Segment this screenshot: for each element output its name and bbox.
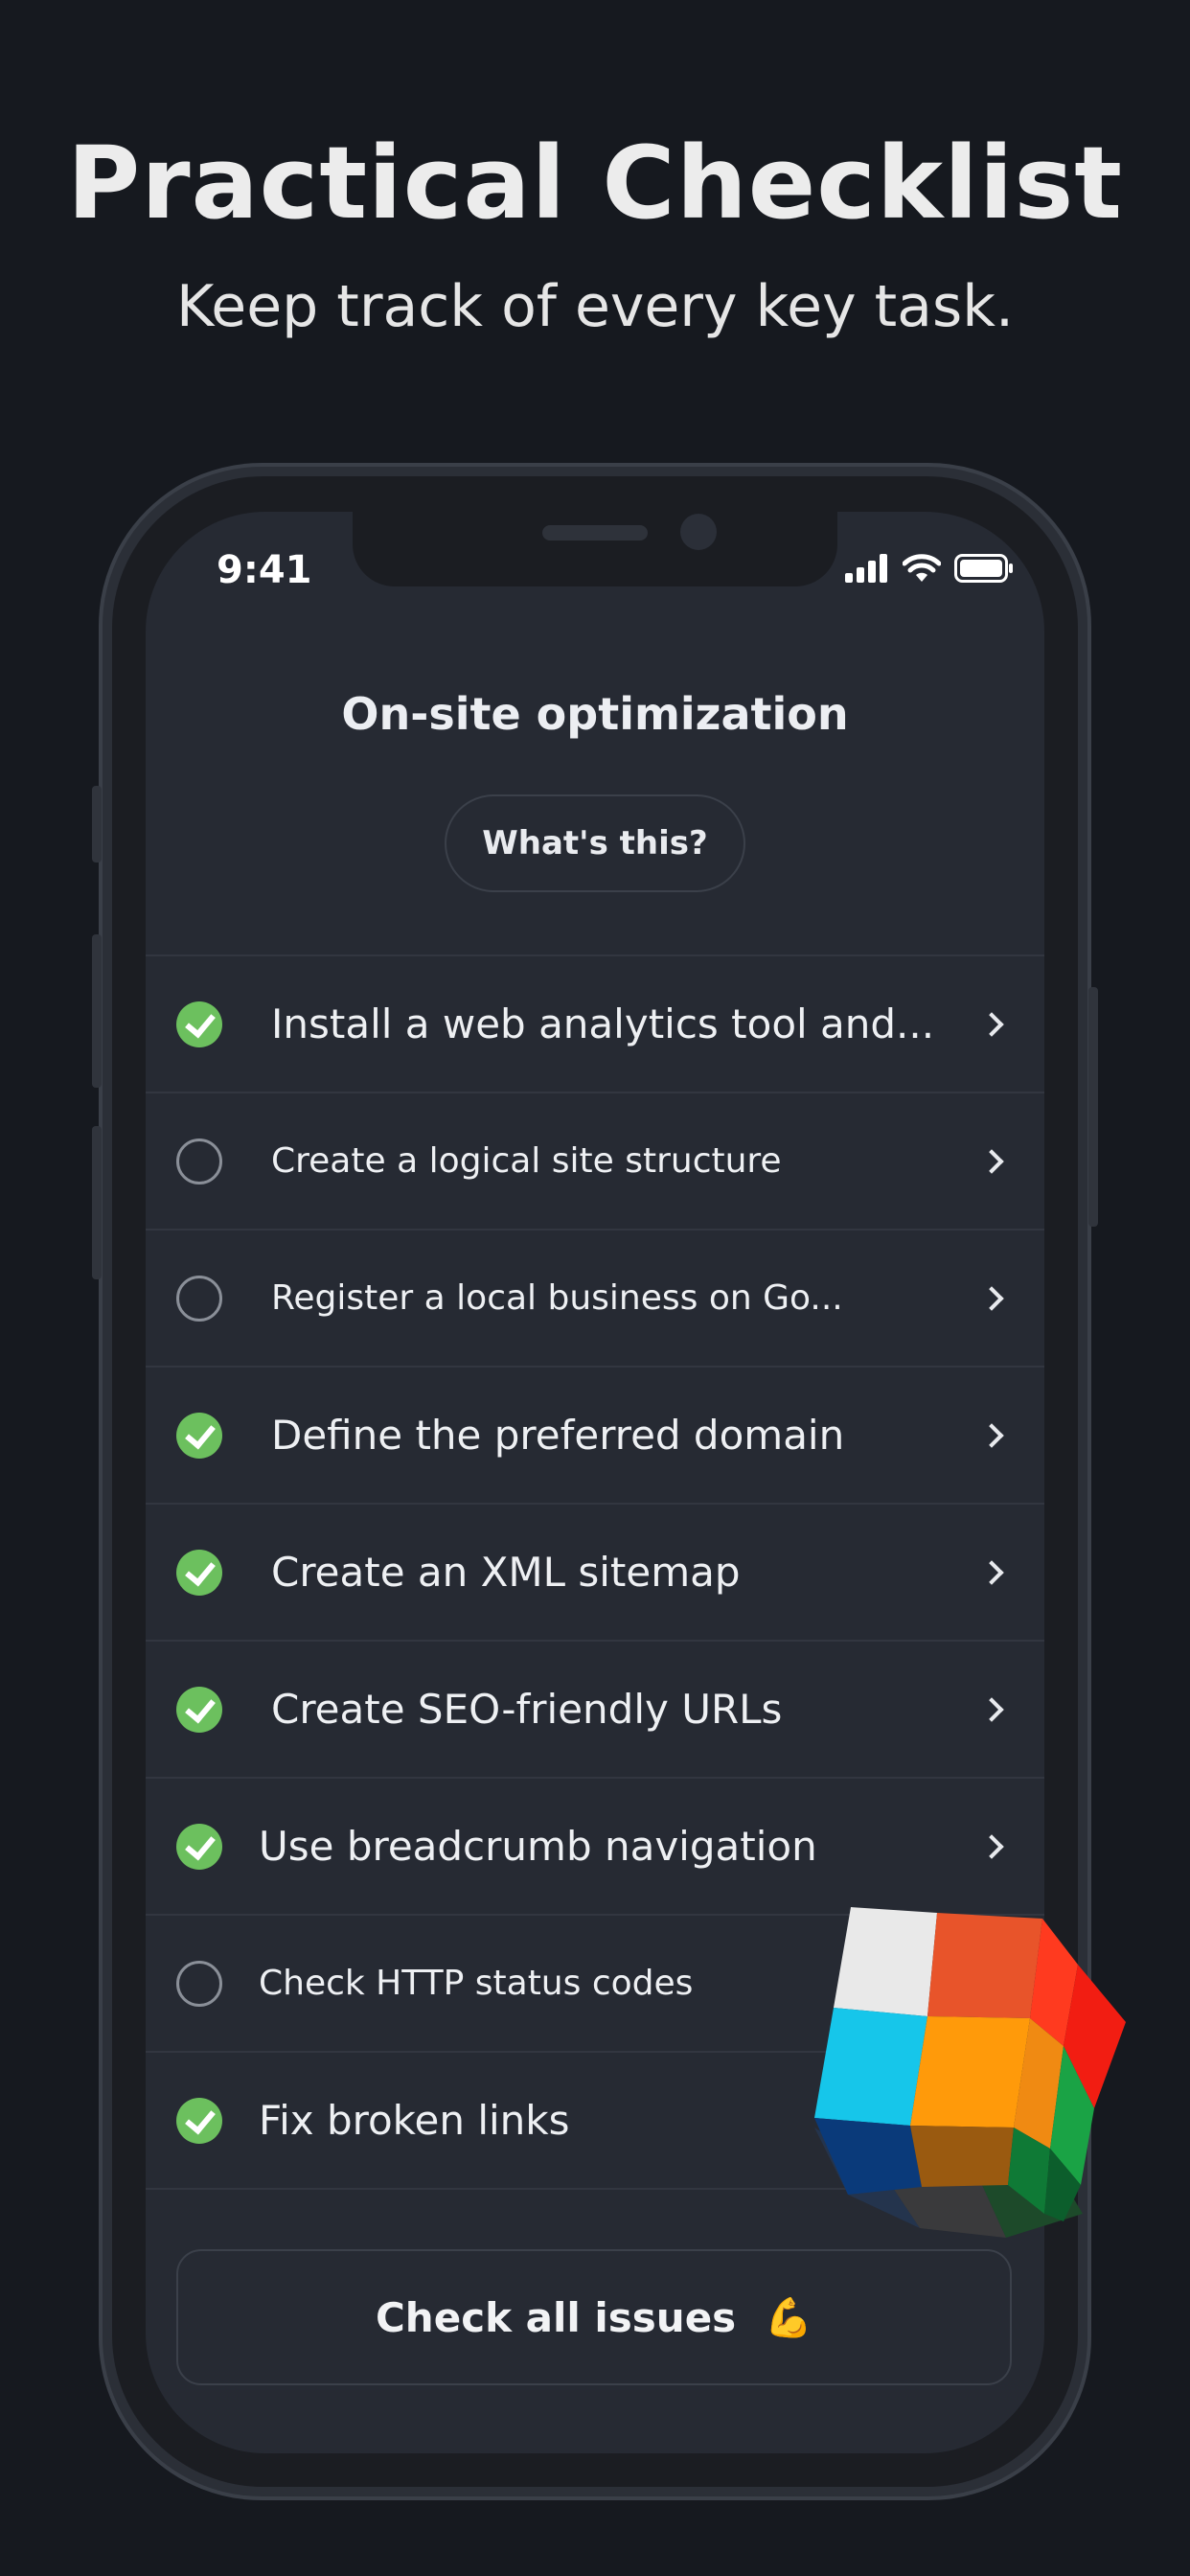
check-all-issues-label: Check all issues (375, 2293, 737, 2341)
list-item-label: Use breadcrumb navigation (259, 1823, 817, 1870)
wifi-icon (903, 554, 941, 582)
list-item[interactable]: Install a web analytics tool and... (146, 956, 1044, 1093)
list-item-label: Register a local business on Go... (271, 1278, 843, 1318)
chevron-right-icon (979, 1833, 1004, 1859)
checkmark-circle-icon[interactable] (176, 1686, 222, 1733)
phone-side-button (92, 1126, 102, 1279)
colored-cube-illustration (814, 1907, 1126, 2238)
checkmark-circle-icon[interactable] (176, 1412, 222, 1459)
front-camera (680, 514, 717, 550)
whats-this-button[interactable]: What's this? (445, 794, 745, 892)
checkmark-circle-icon[interactable] (176, 1823, 222, 1870)
phone-side-button (92, 786, 102, 862)
check-all-issues-button[interactable]: Check all issues 💪 (176, 2249, 1012, 2385)
list-item-label: Create SEO-friendly URLs (271, 1686, 783, 1733)
list-item[interactable]: Register a local business on Go... (146, 1230, 1044, 1368)
list-item[interactable]: Create a logical site structure (146, 1093, 1044, 1230)
status-icons (845, 554, 1014, 583)
chevron-right-icon (979, 1559, 1004, 1585)
list-item-label: Create a logical site structure (271, 1141, 782, 1181)
list-item-label: Fix broken links (259, 2097, 570, 2144)
list-item-label: Install a web analytics tool and... (271, 1000, 935, 1047)
phone-side-button (92, 934, 102, 1088)
screen-title: On-site optimization (341, 688, 849, 740)
list-item[interactable]: Use breadcrumb navigation (146, 1779, 1044, 1916)
chevron-right-icon (979, 1422, 1004, 1448)
list-item[interactable]: Create SEO-friendly URLs (146, 1642, 1044, 1779)
status-time: 9:41 (217, 548, 312, 592)
speaker-grille (542, 525, 648, 540)
battery-icon (954, 554, 1013, 583)
checkmark-circle-icon[interactable] (176, 1000, 222, 1047)
checkmark-circle-icon[interactable] (176, 1549, 222, 1596)
empty-circle-icon[interactable] (176, 1138, 222, 1184)
chevron-right-icon (979, 1285, 1004, 1311)
chevron-right-icon (979, 1148, 1004, 1174)
hero-subtitle: Keep track of every key task. (175, 273, 1015, 340)
empty-circle-icon[interactable] (176, 1960, 222, 2007)
list-item-label: Create an XML sitemap (271, 1549, 741, 1596)
phone-notch (353, 512, 837, 586)
list-item-label: Define the preferred domain (271, 1412, 845, 1459)
chevron-right-icon (979, 1011, 1004, 1037)
cellular-signal-icon (845, 554, 887, 583)
list-item[interactable]: Define the preferred domain (146, 1368, 1044, 1505)
chevron-right-icon (979, 1696, 1004, 1722)
list-item[interactable]: Create an XML sitemap (146, 1505, 1044, 1642)
list-item-label: Check HTTP status codes (259, 1964, 694, 2003)
phone-side-button (1088, 987, 1098, 1227)
empty-circle-icon[interactable] (176, 1275, 222, 1322)
checkmark-circle-icon[interactable] (176, 2097, 222, 2144)
flexed-biceps-icon: 💪 (765, 2295, 812, 2340)
hero-title: Practical Checklist (66, 125, 1123, 242)
